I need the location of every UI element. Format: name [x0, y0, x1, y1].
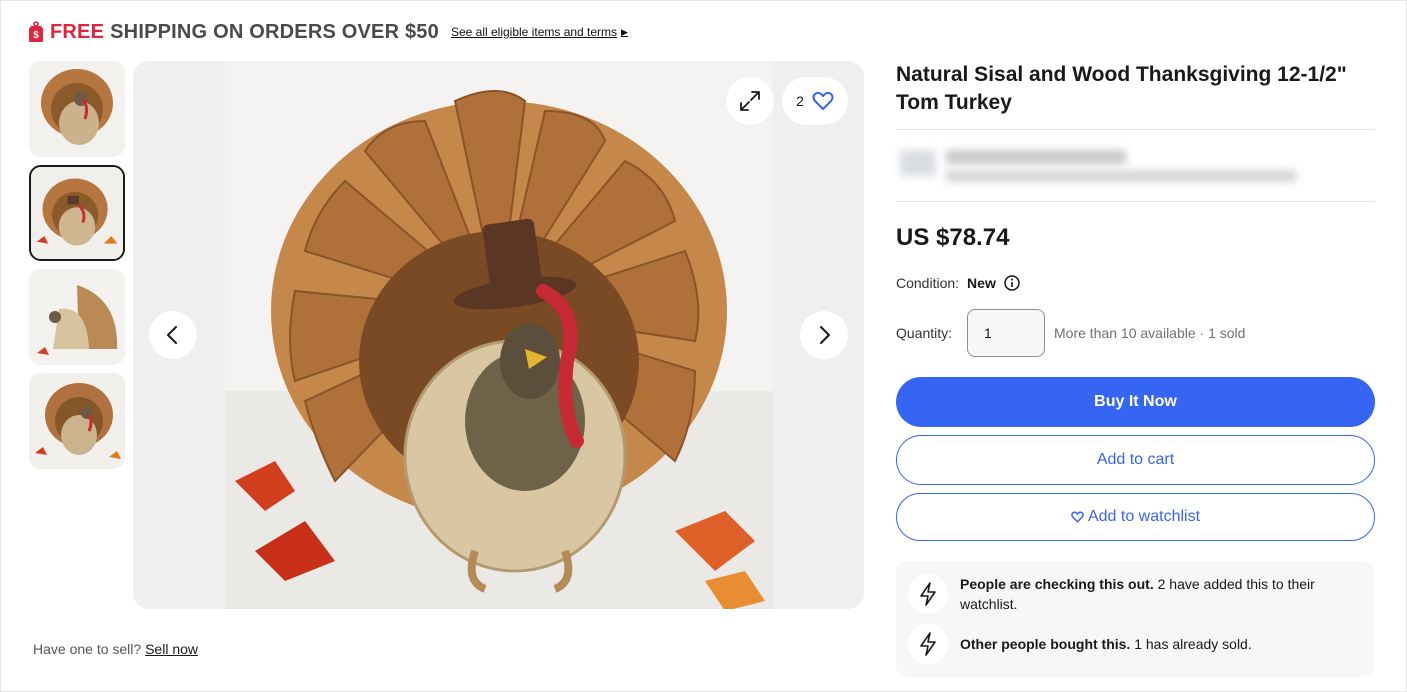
seller-feedback-blurred: [946, 170, 1296, 182]
item-price: US $78.74: [896, 224, 1010, 251]
signal-bought-detail: 1 has already sold.: [1130, 636, 1252, 652]
lightning-icon: [908, 574, 948, 614]
expand-button[interactable]: [726, 77, 774, 125]
purchase-signals-box: People are checking this out. 2 have add…: [896, 561, 1375, 677]
sell-prompt: Have one to sell? Sell now: [33, 641, 198, 657]
turkey-thumbnail-image: [31, 167, 123, 259]
turkey-main-image[interactable]: [225, 61, 773, 609]
promo-shipping-text: SHIPPING ON ORDERS OVER $50: [110, 20, 439, 43]
item-details-panel: Natural Sisal and Wood Thanksgiving 12-1…: [896, 61, 1375, 677]
sell-prompt-text: Have one to sell?: [33, 641, 142, 657]
thumbnail-4[interactable]: [29, 373, 125, 469]
main-image-gallery: 2: [133, 61, 864, 609]
heart-icon: [1071, 511, 1084, 523]
previous-image-button[interactable]: [149, 311, 197, 359]
info-icon[interactable]: [1004, 275, 1020, 291]
chevron-left-icon: [167, 326, 177, 344]
buy-it-now-button[interactable]: Buy It Now: [896, 377, 1375, 427]
add-to-watchlist-label: Add to watchlist: [1087, 508, 1201, 525]
add-to-watchlist-button[interactable]: Add to watchlist: [896, 493, 1375, 541]
favorite-button[interactable]: 2: [782, 77, 848, 125]
add-to-cart-button[interactable]: Add to cart: [896, 435, 1375, 485]
thumbnail-list: [29, 61, 125, 477]
promo-free-text: FREE: [50, 20, 105, 43]
turkey-thumbnail-image: [29, 269, 125, 365]
condition-row: Condition: New: [896, 275, 1375, 291]
turkey-thumbnail-image: [29, 61, 125, 157]
seller-avatar-blurred: [900, 150, 936, 176]
condition-value: New: [967, 275, 996, 291]
condition-label: Condition:: [896, 275, 960, 291]
svg-text:$: $: [33, 30, 39, 41]
sell-now-link[interactable]: Sell now: [145, 641, 198, 657]
turkey-thumbnail-image: [29, 373, 125, 469]
next-image-button[interactable]: [800, 311, 848, 359]
shipping-tag-icon: $: [29, 21, 43, 42]
seller-info-redacted: [896, 130, 1375, 202]
favorite-count: 2: [796, 93, 804, 109]
lightning-icon: [908, 624, 948, 664]
item-title: Natural Sisal and Wood Thanksgiving 12-1…: [896, 61, 1375, 130]
chevron-right-icon: [820, 326, 830, 344]
signal-watching-text: People are checking this out. 2 have add…: [960, 574, 1363, 614]
quantity-input[interactable]: [967, 309, 1045, 357]
promo-terms-link-label: See all eligible items and terms: [450, 25, 618, 39]
thumbnail-1[interactable]: [29, 61, 125, 157]
quantity-row: Quantity: More than 10 available · 1 sol…: [896, 309, 1375, 357]
thumbnail-3[interactable]: [29, 269, 125, 365]
promo-terms-link[interactable]: See all eligible items and terms ▶: [451, 25, 628, 39]
signal-watching: People are checking this out. 2 have add…: [908, 569, 1363, 619]
quantity-label: Quantity:: [896, 325, 953, 341]
signal-bought-text: Other people bought this. 1 has already …: [960, 634, 1252, 654]
signal-bought-bold: Other people bought this.: [960, 636, 1131, 652]
signal-bought: Other people bought this. 1 has already …: [908, 619, 1363, 669]
shipping-promo-banner: $ FREE SHIPPING ON ORDERS OVER $50 See a…: [28, 18, 628, 46]
expand-icon: [740, 91, 760, 111]
caret-right-icon: ▶: [621, 26, 628, 37]
thumbnail-2[interactable]: [29, 165, 125, 261]
heart-icon: [812, 91, 834, 110]
signal-watching-bold: People are checking this out.: [960, 576, 1154, 592]
availability-text: More than 10 available · 1 sold: [1054, 325, 1246, 341]
seller-name-blurred: [946, 150, 1126, 164]
